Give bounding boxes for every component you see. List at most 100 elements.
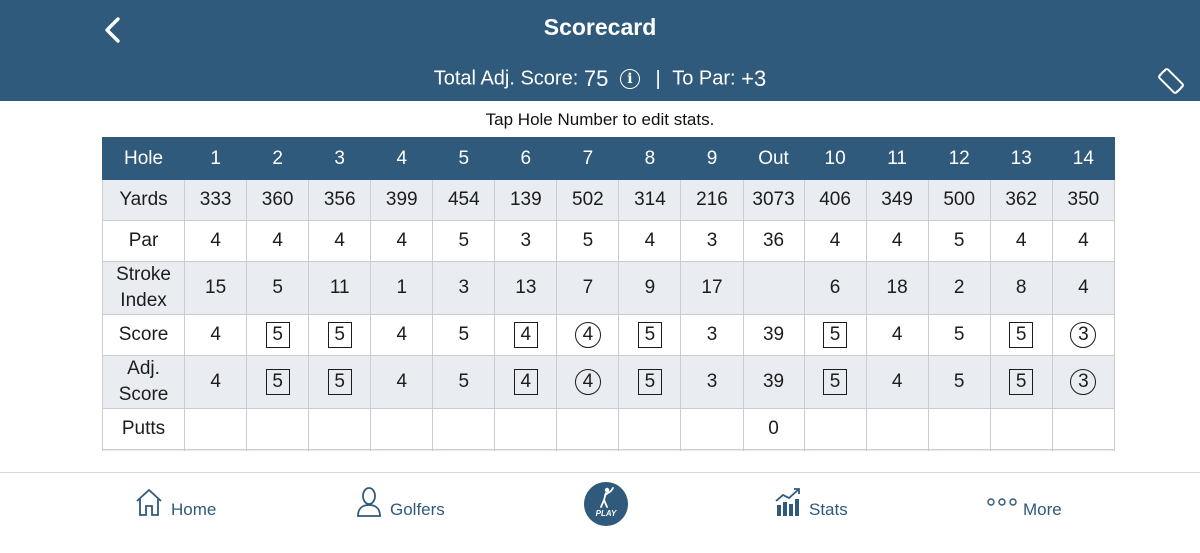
table-cell: [680, 408, 744, 450]
hole-number-header[interactable]: 7: [556, 137, 620, 180]
table-cell: 5: [989, 314, 1053, 356]
table-cell: [370, 408, 434, 450]
table-cell: 502: [556, 179, 620, 221]
row-label: Adj. Score: [102, 355, 186, 409]
table-row: Score 4 5 5 4 5 4 4 5 3 39 5 4 5 5 3: [102, 314, 1115, 356]
bogey-score-marker: 5: [637, 322, 662, 348]
tab-more[interactable]: More: [984, 473, 1084, 553]
table-cell: 3: [494, 220, 558, 262]
tab-home[interactable]: Home: [130, 473, 240, 553]
hole-number-header[interactable]: 13: [989, 137, 1053, 180]
table-cell: [680, 449, 744, 451]
table-cell: 4: [370, 314, 434, 356]
play-button[interactable]: PLAY: [584, 482, 628, 526]
hole-number-header[interactable]: 8: [618, 137, 682, 180]
table-cell: 3: [1051, 314, 1115, 356]
table-cell: 18: [865, 261, 929, 315]
bogey-score-marker: 5: [823, 322, 848, 348]
hole-number-header[interactable]: 2: [246, 137, 310, 180]
hole-number-header[interactable]: 11: [865, 137, 929, 180]
table-cell: 4: [1051, 220, 1115, 262]
page-title: Scorecard: [543, 14, 657, 40]
table-cell: 5: [246, 314, 310, 356]
table-cell: 5: [803, 314, 867, 356]
table-cell: [246, 408, 310, 450]
table-cell: 39: [742, 355, 805, 409]
table-cell: 39: [742, 314, 805, 356]
hole-number-header[interactable]: 5: [432, 137, 496, 180]
table-cell: [865, 449, 929, 451]
table-cell: [556, 408, 620, 450]
table-cell: [246, 449, 310, 451]
bogey-score-marker: 5: [327, 369, 352, 395]
tab-more-label: More: [1023, 500, 1062, 519]
table-cell: 17: [680, 261, 744, 315]
table-cell: 4: [1051, 261, 1115, 315]
table-cell: 4: [618, 220, 682, 262]
table-cell: 4: [308, 220, 372, 262]
hole-number-header[interactable]: 12: [927, 137, 991, 180]
table-cell: [865, 408, 929, 450]
table-cell: 1: [370, 261, 434, 315]
birdie-score-marker: 4: [574, 322, 601, 348]
tab-stats[interactable]: Stats: [772, 473, 872, 553]
rotate-screen-button[interactable]: [1156, 66, 1186, 96]
hole-number-header[interactable]: 10: [803, 137, 867, 180]
table-cell: 11: [308, 261, 372, 315]
table-cell: 314: [618, 179, 682, 221]
table-cell: 5: [927, 355, 991, 409]
hole-number-header[interactable]: Out: [742, 137, 805, 180]
table-cell: [927, 449, 991, 451]
table-row: Stroke Index 15 5 11 1 3 13 7 9 17 6 18 2 8 4: [102, 261, 1115, 315]
more-dots-icon: [987, 498, 1017, 506]
table-cell: 4: [989, 220, 1053, 262]
hole-number-header[interactable]: 3: [308, 137, 372, 180]
table-cell: 0: [742, 408, 805, 450]
table-cell: 5: [618, 355, 682, 409]
table-cell: [803, 449, 867, 451]
hole-header-label: Hole: [102, 137, 186, 180]
table-cell: [432, 408, 496, 450]
bogey-score-marker: 5: [1009, 369, 1034, 395]
table-cell: [432, 449, 496, 451]
tab-golfers[interactable]: Golfers: [352, 473, 472, 553]
table-cell: 5: [432, 220, 496, 262]
table-cell: 4: [494, 314, 558, 356]
table-cell: 8: [989, 261, 1053, 315]
table-cell: [556, 449, 620, 451]
birdie-score-marker: 4: [574, 369, 601, 395]
table-cell: [370, 449, 434, 451]
to-par-label: To Par:: [672, 67, 736, 90]
table-cell: 7: [556, 261, 620, 315]
table-cell: 0: [742, 449, 805, 451]
table-cell: 3: [680, 220, 744, 262]
table-cell: 36: [742, 220, 805, 262]
row-label: Score: [102, 314, 186, 356]
rotate-screen-icon: [1158, 68, 1184, 94]
tab-home-label: Home: [171, 500, 217, 519]
table-cell: 216: [680, 179, 744, 221]
table-cell: 15: [184, 261, 248, 315]
table-cell: 5: [246, 355, 310, 409]
table-cell: 3073: [742, 179, 805, 221]
table-cell: 2: [927, 261, 991, 315]
hole-number-header[interactable]: 1: [184, 137, 248, 180]
table-cell: 4: [865, 355, 929, 409]
person-icon: [357, 487, 381, 517]
table-cell: 4: [865, 220, 929, 262]
birdie-score-marker: 3: [1070, 369, 1097, 395]
table-cell: 5: [556, 220, 620, 262]
scorecard-table-container[interactable]: Hole 1 2 3 4 5 6 7 8 9 Out 10 11 12 13 14 Yards 333 360 35…: [102, 137, 1115, 451]
table-cell: 406: [803, 179, 867, 221]
table-cell: 350: [1051, 179, 1115, 221]
hole-number-header[interactable]: 4: [370, 137, 434, 180]
hole-number-header[interactable]: 14: [1051, 137, 1115, 180]
table-cell: 3: [680, 355, 744, 409]
table-cell: 5: [308, 355, 372, 409]
row-label: Stroke Index: [102, 261, 186, 315]
hole-number-header[interactable]: 9: [680, 137, 744, 180]
info-icon[interactable]: i: [619, 69, 640, 89]
hole-number-header[interactable]: 6: [494, 137, 558, 180]
table-cell: 360: [246, 179, 310, 221]
table-cell: 9: [618, 261, 682, 315]
